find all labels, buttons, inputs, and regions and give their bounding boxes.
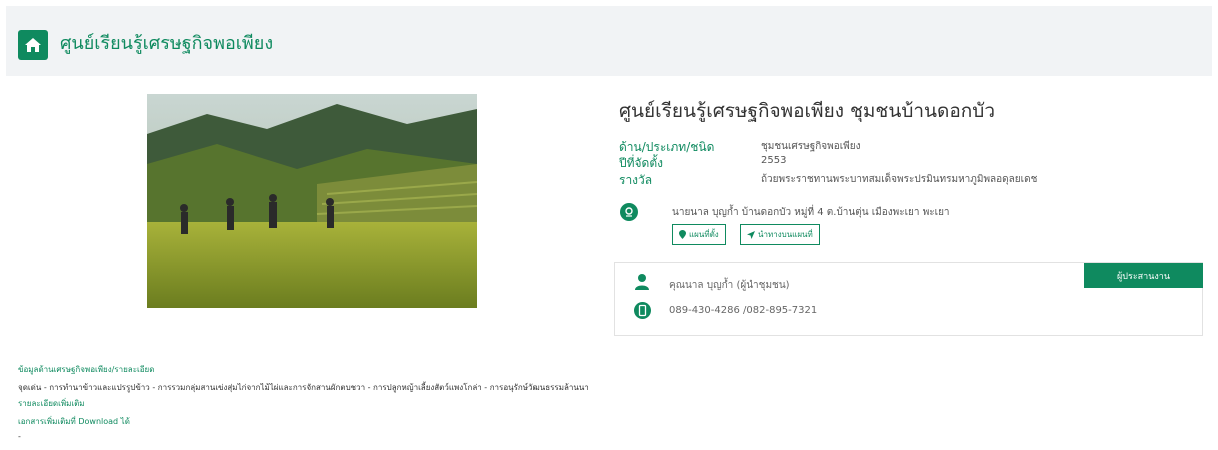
coordinator-button[interactable]: ผู้ประสานงาน — [1084, 263, 1203, 288]
more-details-label: รายละเอียดเพิ่มเติม — [18, 399, 85, 408]
details-heading: ข้อมูลด้านเศรษฐกิจพอเพียง/รายละเอียด — [18, 365, 155, 374]
user-icon — [635, 274, 649, 294]
coordinator-name: คุณนาล บุญก้ำ (ผู้นำชุมชน) — [669, 280, 790, 291]
address-text: นายนาล บุญก้ำ บ้านดอกบัว หมู่ที่ 4 ต.บ้า… — [672, 207, 950, 218]
header-title: ศูนย์เรียนรู้เศรษฐกิจพอเพียง — [60, 33, 274, 54]
header-bar: ศูนย์เรียนรู้เศรษฐกิจพอเพียง — [6, 6, 1212, 76]
home-button[interactable] — [18, 30, 48, 60]
highlights-text: จุดเด่น - การทำนาข้าวและแปรรูปข้าว - การ… — [18, 383, 589, 392]
year-value: 2553 — [761, 155, 787, 166]
award-value: ถ้วยพระราชทานพระบาทสมเด็จพระปรมินทรมหาภู… — [761, 174, 1038, 185]
directions-button[interactable]: นำทางบนแผนที่ — [740, 224, 820, 245]
location-arrow-icon — [747, 230, 755, 239]
mobile-phone-icon — [634, 302, 651, 323]
home-icon — [25, 38, 41, 52]
download-label: เอกสารเพิ่มเติมที่ Download ได้ — [18, 417, 130, 426]
center-photo — [147, 94, 477, 308]
location-pin-icon — [620, 203, 638, 221]
map-button[interactable]: แผนที่ตั้ง — [672, 224, 726, 245]
download-value: - — [18, 432, 21, 441]
category-value: ชุมชนเศรษฐกิจพอเพียง — [761, 141, 861, 152]
directions-button-label: นำทางบนแผนที่ — [758, 230, 813, 239]
award-label: รางวัล — [619, 173, 653, 187]
coordinator-panel: ผู้ประสานงาน คุณนาล บุญก้ำ (ผู้นำชุมชน) … — [614, 262, 1203, 336]
map-button-label: แผนที่ตั้ง — [689, 230, 719, 239]
coordinator-phone: 089-430-4286 /082-895-7321 — [669, 305, 818, 316]
center-title: ศูนย์เรียนรู้เศรษฐกิจพอเพียง ชุมชนบ้านดอ… — [619, 100, 996, 122]
map-marker-icon — [679, 230, 686, 239]
